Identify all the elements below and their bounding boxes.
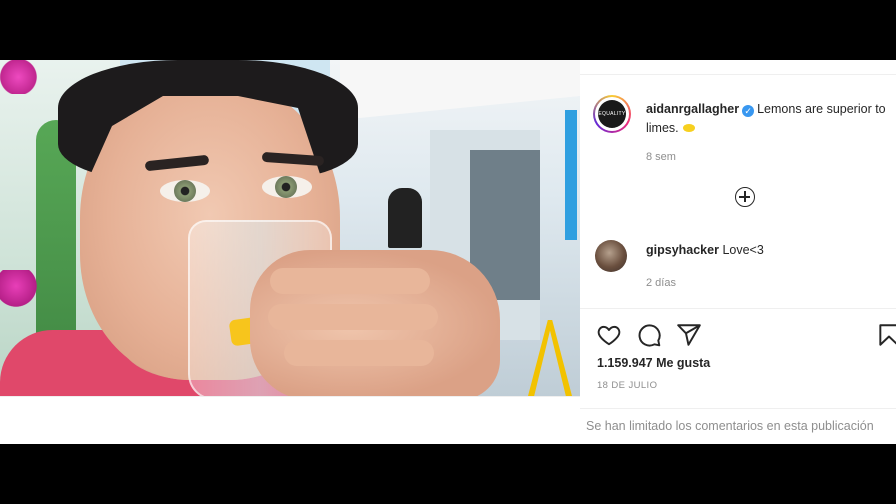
likes-count[interactable]: 1.159.947 Me gusta — [597, 356, 710, 370]
photo-flowers-top — [0, 60, 46, 94]
comment-time[interactable]: 2 días — [646, 277, 676, 289]
comments-limited-notice: Se han limitado los comentarios en esta … — [586, 419, 874, 433]
lemon-emoji-icon — [682, 124, 695, 132]
photo-finger — [268, 304, 438, 330]
photo-finger — [270, 268, 430, 294]
instagram-post: EQUALITY aidanrgallagher ✓ Lemons are supe… — [0, 60, 896, 444]
add-comment-icon[interactable] — [735, 187, 755, 207]
heart-icon[interactable] — [596, 322, 622, 348]
post-caption: aidanrgallagher ✓ Lemons are superior to l… — [646, 100, 886, 138]
below-photo-area — [0, 396, 580, 444]
comment: gipsyhacker Love<3 — [646, 243, 764, 257]
post-photo[interactable] — [0, 60, 580, 396]
author-avatar[interactable]: EQUALITY — [593, 95, 631, 133]
comment-icon[interactable] — [636, 322, 662, 348]
avatar-logo: EQUALITY — [598, 100, 626, 128]
share-icon[interactable] — [676, 322, 702, 348]
comment-username[interactable]: gipsyhacker — [646, 243, 719, 257]
commenter-avatar[interactable] — [595, 240, 627, 272]
photo-right-iris — [275, 176, 297, 198]
comment-text: Love<3 — [722, 243, 764, 257]
photo-blue-post — [565, 110, 577, 240]
divider — [580, 74, 896, 75]
bookmark-icon[interactable] — [876, 322, 896, 348]
avatar-ring: EQUALITY — [595, 97, 629, 131]
post-sidebar: EQUALITY aidanrgallagher ✓ Lemons are supe… — [580, 60, 896, 444]
divider — [580, 308, 896, 309]
verified-icon: ✓ — [742, 105, 755, 117]
photo-background-person — [388, 188, 422, 248]
post-date[interactable]: 18 DE JULIO — [597, 380, 657, 391]
photo-flowers — [0, 270, 40, 310]
photo-left-iris — [174, 180, 196, 202]
caption-time[interactable]: 8 sem — [646, 151, 676, 163]
divider — [580, 408, 896, 409]
photo-finger — [284, 340, 434, 366]
author-username[interactable]: aidanrgallagher — [646, 102, 739, 116]
